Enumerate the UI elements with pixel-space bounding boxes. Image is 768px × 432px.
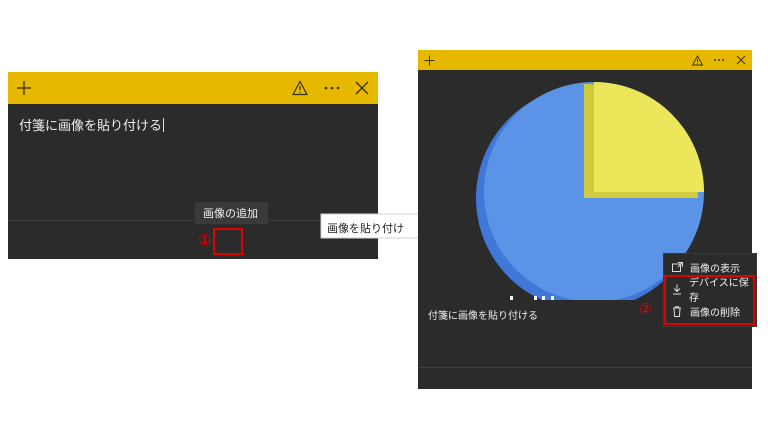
plus-icon[interactable] [420, 50, 438, 70]
callout-number-2: ② [639, 300, 653, 318]
callout-number-1: ① [198, 231, 212, 249]
note-title-bar [418, 50, 752, 70]
note-body[interactable]: 付箋に画像を貼り付ける [19, 115, 165, 134]
menu-item-label: 画像の表示 [690, 263, 740, 275]
add-image-tooltip: 画像の追加 [195, 202, 268, 224]
note-body[interactable]: 付箋に画像を貼り付ける [428, 307, 538, 322]
sticky-note-after: 付箋に画像を貼り付ける B I U ab [418, 50, 752, 389]
more-icon[interactable] [710, 50, 728, 70]
highlight-box-add-image [213, 228, 243, 255]
warning-icon[interactable] [286, 72, 314, 104]
close-icon[interactable] [348, 72, 376, 104]
highlight-box-menu [664, 275, 755, 325]
toolbar-divider [418, 367, 752, 368]
note-body-text: 付箋に画像を貼り付ける [19, 119, 163, 134]
text-caret [163, 118, 165, 132]
more-icon[interactable] [318, 72, 346, 104]
open-image-icon [664, 262, 690, 272]
close-icon[interactable] [732, 50, 750, 70]
plus-icon[interactable] [10, 72, 38, 104]
warning-icon[interactable] [688, 50, 706, 70]
arrow-label: 画像を貼り付け [327, 222, 404, 235]
note-title-bar [8, 72, 378, 104]
